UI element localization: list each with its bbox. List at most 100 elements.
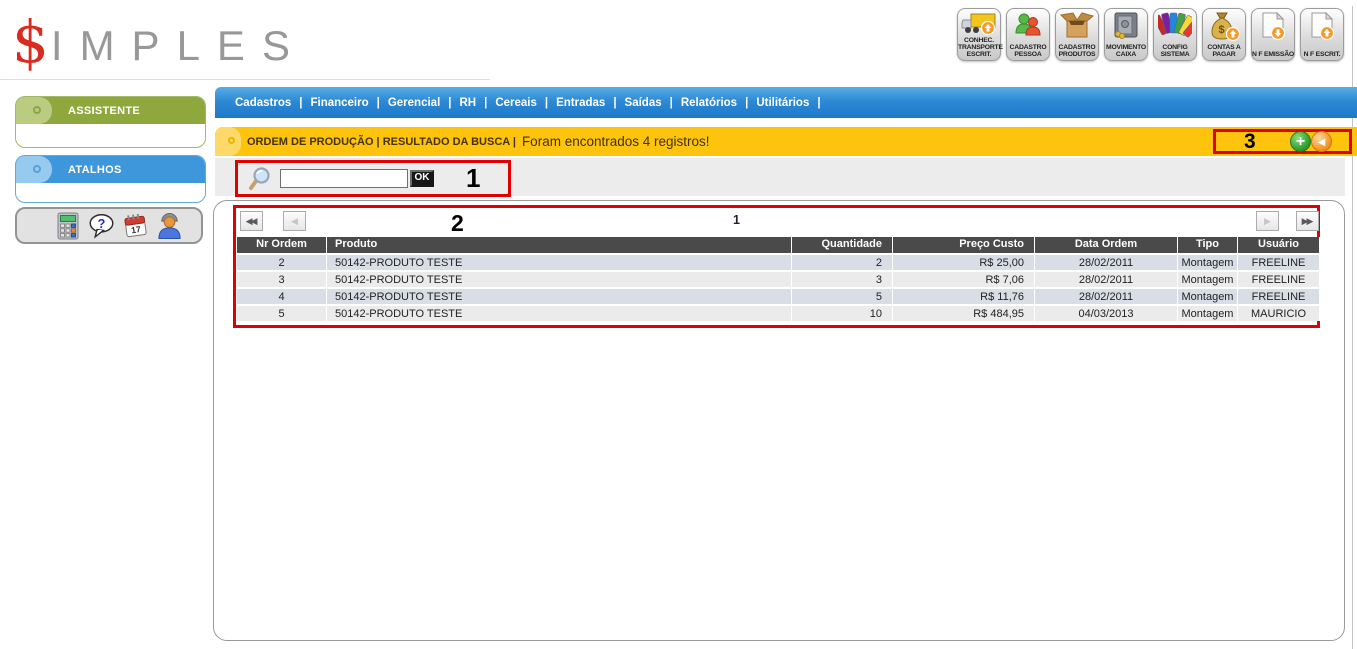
calendar-button[interactable]: 17 [122, 211, 149, 240]
status-breadcrumb: ORDEM DE PRODUÇÃO | RESULTADO DA BUSCA | [247, 136, 516, 148]
annotation-number-1: 1 [466, 163, 480, 194]
moneybag-dollar: $ [1218, 24, 1224, 36]
document-down-icon [1257, 11, 1289, 43]
calculator-icon [56, 212, 80, 240]
quick-btn-cadastro-produtos[interactable]: CADASTRO PRODUTOS [1055, 8, 1099, 61]
table-cell[interactable]: 5 [792, 287, 893, 304]
table-cell[interactable]: 50142-PRODUTO TESTE [327, 270, 792, 287]
table-cell[interactable]: 4 [237, 287, 327, 304]
table-cell[interactable]: 04/03/2013 [1035, 304, 1178, 321]
table-cell[interactable]: 2 [237, 253, 327, 270]
simples-erp-window: $ IMPLES CONHEC. TRANSPORTE ESCRIT. CADA… [0, 0, 1357, 649]
table-cell[interactable]: 10 [792, 304, 893, 321]
table-cell[interactable]: Montagem [1178, 253, 1238, 270]
search-ok-button[interactable]: OK [410, 170, 434, 187]
user-icon [156, 211, 183, 240]
annotation-number-3: 3 [1244, 130, 1256, 154]
menu-rh[interactable]: RH [459, 97, 476, 109]
menu-separator: | [670, 97, 673, 109]
menu-relatorios[interactable]: Relatórios [681, 97, 737, 109]
palette-icon [1158, 11, 1192, 41]
table-cell[interactable]: 3 [237, 270, 327, 287]
annotation-number-2: 2 [451, 210, 464, 237]
help-button[interactable]: ? [88, 211, 115, 240]
pagination-last-button[interactable]: ▶▶ [1296, 211, 1319, 231]
table-cell[interactable]: MAURICIO [1238, 304, 1320, 321]
table-cell[interactable]: FREELINE [1238, 270, 1320, 287]
menu-saidas[interactable]: Saídas [625, 97, 662, 109]
column-header-produto[interactable]: Produto [327, 237, 792, 253]
sidebar-tools-strip: ? 17 [15, 207, 203, 244]
table-cell[interactable]: 28/02/2011 [1035, 287, 1178, 304]
menu-gerencial[interactable]: Gerencial [388, 97, 440, 109]
column-header-quantidade[interactable]: Quantidade [792, 237, 893, 253]
sidebar-atalhos-header[interactable]: ATALHOS [16, 156, 205, 183]
column-header-data-ordem[interactable]: Data Ordem [1035, 237, 1178, 253]
menu-separator: | [299, 97, 302, 109]
table-cell[interactable]: Montagem [1178, 270, 1238, 287]
column-header-nr-ordem[interactable]: Nr Ordem [237, 237, 327, 253]
table-cell[interactable]: R$ 7,06 [893, 270, 1035, 287]
pagination-next-button[interactable]: ▶ [1256, 211, 1279, 231]
table-cell[interactable]: 3 [792, 270, 893, 287]
quick-btn-label: N F ESCRIT. [1301, 51, 1343, 58]
menu-entradas[interactable]: Entradas [556, 97, 605, 109]
menu-utilitarios[interactable]: Utilitários [756, 97, 809, 109]
table-cell[interactable]: R$ 25,00 [893, 253, 1035, 270]
table-cell[interactable]: R$ 484,95 [893, 304, 1035, 321]
menu-separator: | [745, 97, 748, 109]
table-cell[interactable]: 5 [237, 304, 327, 321]
quick-btn-nf-escrit[interactable]: N F ESCRIT. [1300, 8, 1344, 61]
help-icon: ? [88, 211, 115, 241]
pagination-first-button[interactable]: ◀◀ [240, 211, 263, 231]
search-input[interactable] [280, 169, 408, 188]
quick-btn-movimento-caixa[interactable]: MOVIMENTO CAIXA [1104, 8, 1148, 61]
table-cell[interactable]: 50142-PRODUTO TESTE [327, 304, 792, 321]
quick-btn-nf-emissao[interactable]: N F EMISSÃO [1251, 8, 1295, 61]
quick-btn-conhec-transporte[interactable]: CONHEC. TRANSPORTE ESCRIT. [957, 8, 1001, 61]
annotation-box-3: 3 + ◀ [1213, 129, 1352, 154]
table-cell[interactable]: 50142-PRODUTO TESTE [327, 287, 792, 304]
table-cell[interactable]: R$ 11,76 [893, 287, 1035, 304]
status-bullet-icon [228, 137, 235, 144]
user-button[interactable] [156, 211, 183, 240]
quick-btn-label: CONTAS A PAGAR [1203, 44, 1245, 58]
table-cell[interactable]: FREELINE [1238, 253, 1320, 270]
quick-btn-cadastro-pessoa[interactable]: CADASTRO PESSOA [1006, 8, 1050, 61]
add-record-button[interactable]: + [1290, 131, 1311, 152]
quick-btn-label: N F EMISSÃO [1252, 51, 1294, 58]
column-header-tipo[interactable]: Tipo [1178, 237, 1238, 253]
table-cell[interactable]: 28/02/2011 [1035, 253, 1178, 270]
quick-btn-contas-a-pagar[interactable]: $ CONTAS A PAGAR [1202, 8, 1246, 61]
table-cell[interactable]: 50142-PRODUTO TESTE [327, 253, 792, 270]
app-logo: $ IMPLES [12, 6, 307, 72]
menu-separator: | [817, 97, 820, 109]
table-cell[interactable]: Montagem [1178, 287, 1238, 304]
table-cell[interactable]: Montagem [1178, 304, 1238, 321]
back-button[interactable]: ◀ [1311, 131, 1332, 152]
menu-cereais[interactable]: Cereais [495, 97, 537, 109]
column-header-usuario[interactable]: Usuário [1238, 237, 1320, 253]
logo-text: IMPLES [51, 20, 307, 72]
moneybag-icon: $ [1207, 11, 1241, 43]
column-header-preco-custo[interactable]: Preço Custo [893, 237, 1035, 253]
assistente-bullet-icon [33, 106, 41, 114]
quick-btn-config-sistema[interactable]: CONFIG SISTEMA [1153, 8, 1197, 61]
quick-btn-label: CONHEC. TRANSPORTE ESCRIT. [958, 37, 1000, 58]
calendar-day: 17 [131, 224, 142, 235]
menu-cadastros[interactable]: Cadastros [235, 97, 291, 109]
sidebar-assistente-header[interactable]: ASSISTENTE [16, 97, 205, 124]
pagination-prev-button[interactable]: ◀ [283, 211, 306, 231]
help-glyph: ? [98, 216, 106, 230]
calculator-button[interactable] [54, 211, 81, 240]
menu-financeiro[interactable]: Financeiro [310, 97, 368, 109]
table-cell[interactable]: 28/02/2011 [1035, 270, 1178, 287]
table-cell[interactable]: FREELINE [1238, 287, 1320, 304]
quick-btn-label: CONFIG SISTEMA [1154, 44, 1196, 58]
status-message: Foram encontrados 4 registros! [522, 134, 710, 149]
header-divider [0, 79, 490, 80]
table-cell[interactable]: 2 [792, 253, 893, 270]
safe-icon [1111, 11, 1141, 41]
search-icon [248, 167, 272, 191]
menu-separator: | [484, 97, 487, 109]
